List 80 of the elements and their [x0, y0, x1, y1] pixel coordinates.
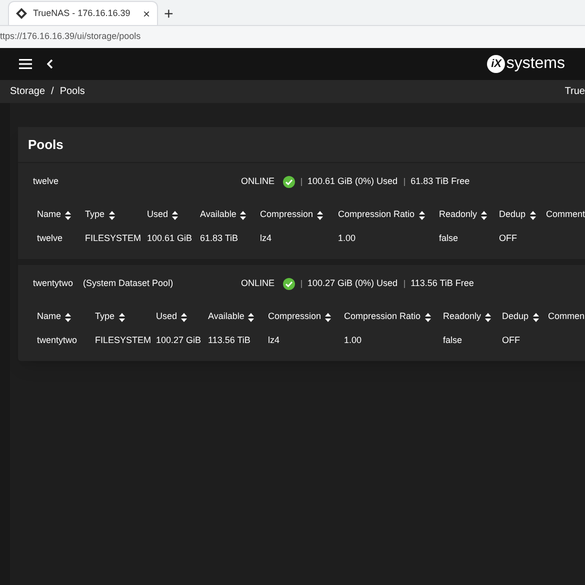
sort-icon[interactable] [317, 210, 324, 220]
close-icon[interactable]: × [142, 8, 150, 20]
table-cell-text: FILESYSTEM [95, 334, 152, 348]
sort-icon[interactable] [172, 210, 178, 220]
diamond-icon [16, 8, 27, 19]
column-header[interactable]: Type [95, 310, 156, 324]
sort-icon[interactable] [181, 312, 188, 322]
pool-free: 61.83 TiB Free [410, 175, 470, 188]
address-field[interactable]: ttps://176.16.16.39/ui/storage/pools [0, 30, 141, 44]
pool-note: (System Dataset Pool) [83, 277, 174, 290]
tab-title: TrueNAS - 176.16.16.39 [33, 6, 132, 20]
pool-free: 113.56 TiB Free [410, 277, 474, 290]
sort-icon[interactable] [485, 312, 492, 322]
sort-icon[interactable] [418, 210, 425, 220]
breadcrumb-item[interactable]: Storage [10, 84, 46, 99]
logo-text: systems [506, 54, 565, 74]
pool-status: ONLINE [241, 175, 275, 188]
logo-mark: iX [487, 55, 506, 73]
column-header[interactable]: Commen [548, 310, 585, 324]
column-header[interactable]: Name [37, 310, 95, 324]
pool-name: twentytwo [33, 277, 74, 290]
pool-name: twelve [33, 175, 59, 188]
column-header[interactable]: Used [147, 208, 200, 222]
table-cell-text: twelve [37, 232, 64, 246]
table-cell-text: 1.00 [344, 334, 363, 348]
check-icon [282, 278, 295, 290]
breadcrumb-item[interactable]: Pools [60, 84, 85, 99]
browser-tab[interactable]: TrueNAS - 176.16.16.39 × [8, 1, 158, 25]
column-header[interactable]: Used [156, 310, 208, 324]
table-cell-text: FILESYSTEM [85, 232, 142, 246]
table-cell-text: false [439, 232, 460, 246]
column-header[interactable]: Compression Ratio [338, 208, 439, 222]
sort-icon[interactable] [108, 210, 115, 220]
menu-icon[interactable] [19, 59, 32, 69]
column-header[interactable]: Readonly [439, 208, 499, 222]
table-cell-text: 113.56 TiB [208, 334, 252, 348]
table-cell-text: lz4 [268, 334, 281, 348]
sort-icon[interactable] [424, 312, 431, 322]
table-cell-text: OFF [499, 232, 518, 246]
new-tab-button[interactable]: + [164, 7, 174, 23]
table-cell-text: 1.00 [338, 232, 357, 246]
column-header[interactable]: Compression Ratio [344, 310, 443, 324]
pool-used: 100.61 GiB (0%) Used [308, 175, 398, 188]
table-cell-text: 100.61 GiB [147, 232, 194, 246]
column-header[interactable]: Type [85, 208, 147, 222]
product-name: True [564, 85, 585, 99]
column-header[interactable]: Readonly [443, 310, 502, 324]
column-header[interactable]: Compression [268, 310, 344, 324]
card-title: Pools [28, 136, 64, 154]
check-icon [282, 176, 295, 188]
sort-icon[interactable] [325, 312, 332, 322]
breadcrumb-separator: / [51, 85, 54, 99]
separator-line [404, 178, 405, 186]
pool-used: 100.27 GiB (0%) Used [308, 277, 398, 290]
column-header[interactable]: Dedup [502, 310, 548, 324]
table-cell-text: 100.27 GiB [156, 334, 202, 348]
table-cell-text: twentytwo [37, 334, 78, 348]
separator-line [300, 178, 302, 186]
column-header[interactable]: Name [37, 208, 85, 222]
table-cell-text: OFF [502, 334, 521, 348]
sort-icon[interactable] [65, 210, 72, 220]
column-header[interactable]: Dedup [499, 208, 546, 222]
sort-icon[interactable] [240, 210, 246, 220]
separator-line [300, 280, 302, 288]
table-cell-text: lz4 [260, 232, 273, 246]
column-header[interactable]: Available [208, 310, 268, 324]
pool-status: ONLINE [241, 277, 275, 290]
sort-icon[interactable] [481, 210, 488, 220]
sort-icon[interactable] [65, 312, 72, 322]
separator-line [404, 280, 405, 288]
column-header[interactable]: Comment [546, 208, 585, 222]
sort-icon[interactable] [530, 210, 536, 220]
column-header[interactable]: Available [200, 208, 260, 222]
sort-icon[interactable] [532, 312, 539, 322]
table-cell-text: false [443, 334, 464, 348]
sort-icon[interactable] [248, 312, 254, 322]
back-icon[interactable] [47, 59, 53, 69]
table-cell-text: 61.83 TiB [200, 232, 240, 246]
sort-icon[interactable] [118, 312, 125, 322]
column-header[interactable]: Compression [260, 208, 338, 222]
